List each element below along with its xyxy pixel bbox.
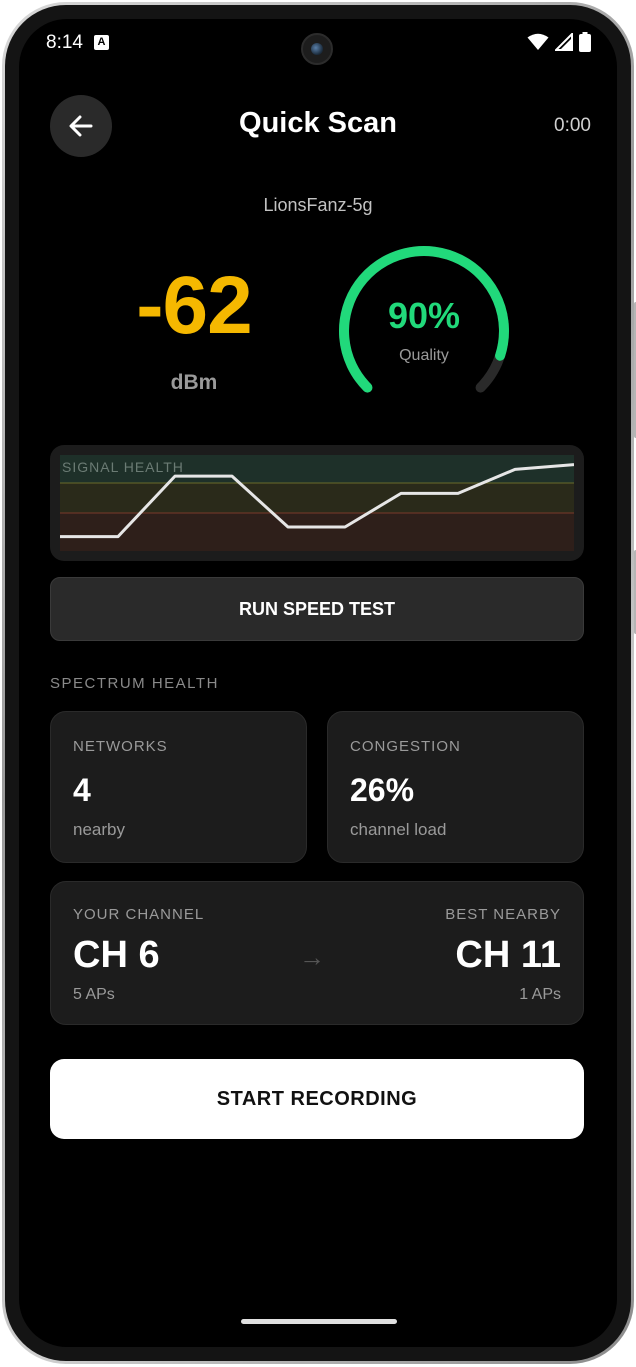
device-frame: 8:14 A Quick Scan 0:00 LionsFanz-5g -62 … — [2, 2, 636, 1364]
front-camera — [301, 33, 333, 65]
cell-signal-icon — [555, 33, 573, 51]
network-ssid: LionsFanz-5g — [263, 195, 373, 215]
networks-value: 4 — [73, 772, 91, 808]
signal-strength-unit: dBm — [170, 371, 218, 394]
networks-label: NETWORKS — [73, 738, 168, 755]
best-channel-label: BEST NEARBY — [445, 906, 561, 923]
networks-card: NETWORKS 4 nearby — [50, 711, 307, 863]
run-speed-test-button[interactable]: RUN SPEED TEST — [50, 577, 584, 641]
zone-fair — [60, 483, 574, 513]
congestion-value: 26% — [350, 772, 415, 808]
congestion-sub: channel load — [350, 820, 447, 839]
status-bar: 8:14 A — [19, 19, 617, 71]
best-channel-value: CH 11 — [455, 934, 561, 976]
arrow-right-icon: → — [299, 942, 325, 972]
your-channel-value: CH 6 — [73, 934, 160, 976]
scan-timer: 0:00 — [554, 115, 591, 136]
your-channel-label: YOUR CHANNEL — [73, 906, 205, 923]
start-recording-button[interactable]: START RECORDING — [50, 1059, 584, 1139]
best-channel-aps: 1 APs — [519, 986, 561, 1003]
app-screen: 8:14 A Quick Scan 0:00 LionsFanz-5g -62 … — [19, 19, 617, 1347]
status-time: 8:14 — [46, 32, 83, 53]
signal-health-label: SIGNAL HEALTH — [62, 459, 184, 475]
quality-label: Quality — [399, 347, 449, 364]
status-icons — [527, 32, 591, 52]
signal-strength-value: -62 — [136, 260, 253, 351]
page-title: Quick Scan — [239, 107, 397, 139]
home-indicator[interactable] — [241, 1319, 397, 1324]
wifi-icon — [527, 33, 549, 50]
notification-a-icon: A — [94, 35, 109, 50]
spectrum-health-title: SPECTRUM HEALTH — [50, 675, 219, 692]
channel-card: YOUR CHANNEL CH 6 5 APs → BEST NEARBY CH… — [50, 881, 584, 1025]
quality-value: 90% — [387, 295, 461, 336]
battery-icon — [579, 32, 591, 52]
congestion-label: CONGESTION — [350, 738, 461, 755]
zone-poor — [60, 513, 574, 551]
congestion-card: CONGESTION 26% channel load — [327, 711, 584, 863]
signal-health-card: SIGNAL HEALTH — [50, 445, 584, 561]
your-channel-aps: 5 APs — [73, 986, 115, 1003]
networks-sub: nearby — [73, 820, 125, 839]
